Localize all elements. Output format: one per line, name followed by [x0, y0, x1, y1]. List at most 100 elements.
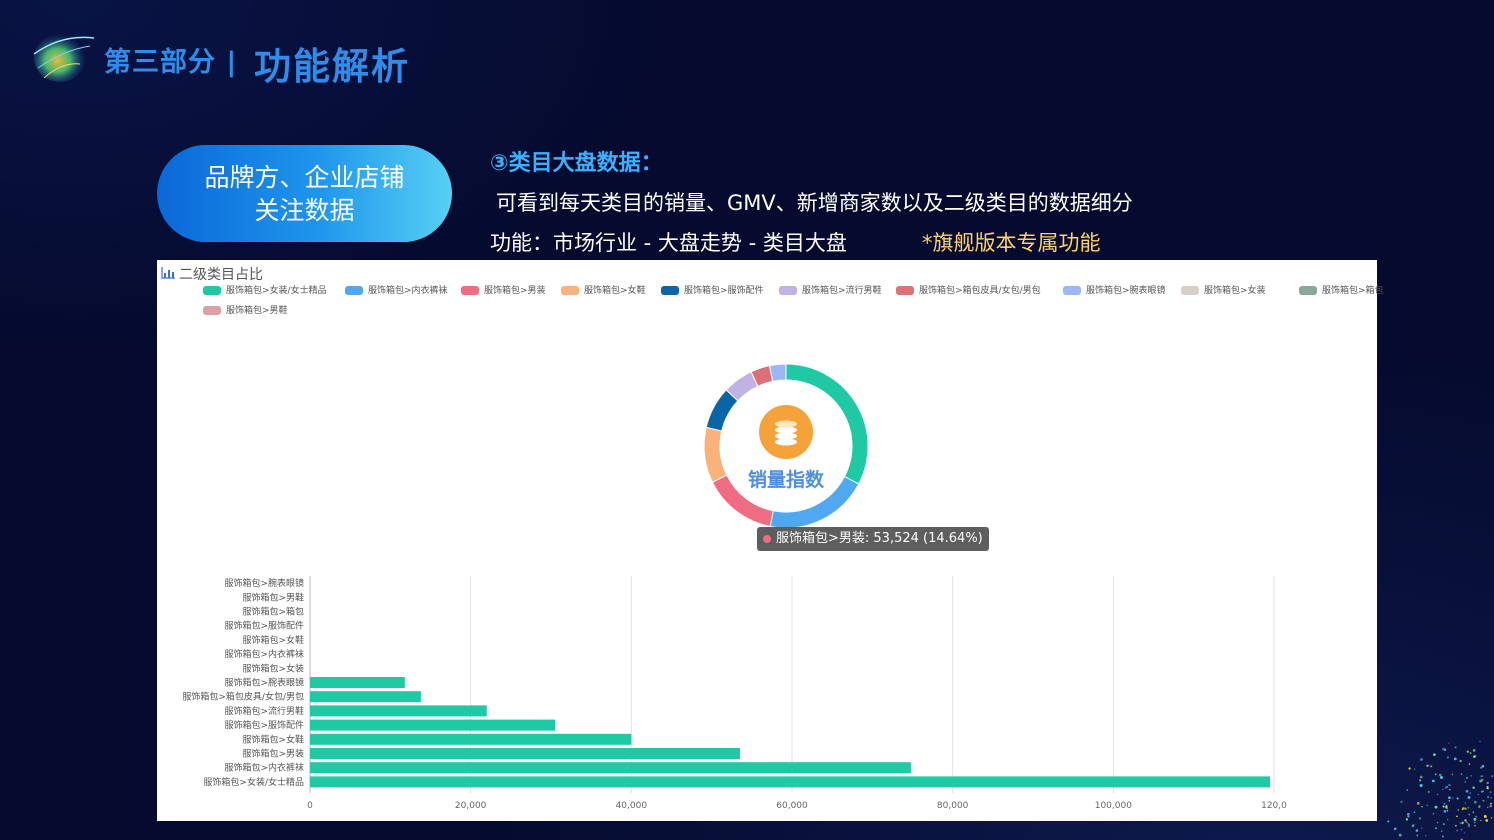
bar[interactable]	[310, 705, 487, 717]
sparkle-dot	[1434, 805, 1438, 809]
legend-label: 服饰箱包>女装/女士精品	[226, 286, 327, 296]
sparkle-dot	[1436, 821, 1439, 824]
legend-item[interactable]: 服饰箱包>箱包皮具/女包/男包	[896, 285, 1041, 298]
sparkle-dot	[1398, 833, 1402, 837]
sparkle-dot	[1446, 756, 1449, 759]
sparkle-dot	[1448, 742, 1450, 744]
bar[interactable]	[310, 733, 632, 745]
audience-pill: 品牌方、企业店铺 关注数据	[157, 145, 452, 242]
legend-item[interactable]: 服饰箱包>女鞋	[561, 285, 646, 298]
sparkle-dot	[1485, 819, 1489, 822]
sparkle-dot	[1419, 775, 1423, 779]
sparkle-dot	[1419, 784, 1423, 787]
sparkle-dot	[1490, 775, 1493, 778]
y-tick-label: 服饰箱包>内衣裤袜	[224, 648, 304, 660]
sparkle-dot	[1456, 815, 1458, 818]
sparkle-dot	[1421, 805, 1423, 808]
sparkle-dot	[1486, 787, 1489, 790]
sparkle-dot	[1433, 753, 1436, 756]
sparkle-dot	[1482, 775, 1484, 777]
legend-label: 服饰箱包>腕表眼镜	[1086, 286, 1166, 296]
sparkle-dot	[1464, 781, 1467, 783]
x-tick-label: 0	[307, 801, 313, 811]
sparkle-dot	[1461, 821, 1465, 824]
sparkle-dot	[1434, 773, 1437, 776]
x-tick-label: 40,000	[616, 801, 648, 811]
legend-label: 服饰箱包>内衣裤袜	[368, 286, 448, 296]
bar[interactable]	[310, 776, 1270, 788]
legend-item[interactable]: 服饰箱包>流行男鞋	[779, 285, 882, 298]
sparkle-dot	[1464, 807, 1467, 810]
sparkle-dot	[1442, 788, 1444, 791]
feature-description: 可看到每天类目的销量、GMV、新增商家数以及二级类目的数据细分	[496, 191, 1133, 215]
sparkle-dot	[1481, 764, 1485, 768]
legend-item[interactable]: 服饰箱包>腕表眼镜	[1063, 285, 1166, 298]
bar[interactable]	[310, 748, 740, 759]
sparkle-dot	[1469, 792, 1472, 794]
sparkle-dot	[1468, 763, 1471, 765]
sparkle-dot	[1408, 767, 1411, 770]
y-tick-label: 服饰箱包>服饰配件	[224, 719, 304, 731]
sparkle-dot	[1467, 796, 1471, 799]
sparkle-dot	[1446, 807, 1449, 810]
sparkle-dot	[1463, 832, 1466, 834]
sparkle-dot	[1448, 800, 1450, 802]
tooltip-text: 服饰箱包>男装: 53,524 (14.64%)	[776, 531, 983, 546]
legend-label: 服饰箱包>男鞋	[226, 306, 288, 316]
sparkle-dot	[1419, 779, 1422, 782]
sparkle-dot	[1442, 805, 1445, 808]
sparkle-dot	[1474, 824, 1476, 827]
sparkle-dot	[1438, 773, 1442, 777]
legend-item[interactable]: 服饰箱包>女装/女士精品	[203, 285, 327, 298]
legend-item[interactable]: 服饰箱包>女装	[1181, 285, 1266, 298]
sparkle-dot	[1464, 802, 1466, 804]
y-tick-label: 服饰箱包>箱包皮具/女包/男包	[182, 691, 304, 703]
sparkle-dot	[1482, 799, 1485, 802]
sparkle-dot	[1449, 789, 1451, 791]
sparkle-dot	[1441, 835, 1444, 838]
legend-item[interactable]: 服饰箱包>内衣裤袜	[345, 285, 448, 298]
bar[interactable]	[310, 762, 911, 774]
sparkle-dot	[1435, 827, 1437, 830]
sparkle-dot	[1480, 775, 1483, 778]
sparkle-dot	[1425, 835, 1427, 837]
legend-item[interactable]: 服饰箱包>男鞋	[203, 305, 288, 318]
pill-line2: 关注数据	[254, 195, 355, 225]
y-tick-label: 服饰箱包>女装/女士精品	[203, 776, 304, 788]
x-tick-label: 120,0	[1261, 801, 1287, 811]
bar[interactable]	[310, 691, 421, 703]
legend-item[interactable]: 服饰箱包>箱包	[1299, 285, 1384, 298]
sparkle-dot	[1443, 803, 1446, 805]
legend-swatch	[203, 286, 221, 295]
legend-label: 服饰箱包>箱包皮具/女包/男包	[919, 286, 1041, 296]
y-tick-label: 服饰箱包>女鞋	[242, 634, 304, 646]
sparkle-dot	[1412, 824, 1415, 827]
sparkle-dot	[1416, 801, 1420, 805]
bar[interactable]	[310, 719, 556, 731]
sparkle-dot	[1468, 813, 1471, 816]
y-tick-label: 服饰箱包>箱包	[242, 606, 304, 618]
x-tick-label: 80,000	[937, 801, 969, 811]
sparkle-dot	[1420, 758, 1423, 761]
legend-item[interactable]: 服饰箱包>服饰配件	[661, 285, 764, 298]
sparkle-decoration	[1387, 740, 1493, 840]
sparkle-dot	[1452, 797, 1454, 799]
sparkle-dot	[1475, 815, 1478, 818]
y-tick-label: 服饰箱包>内衣裤袜	[224, 762, 304, 774]
legend-item[interactable]: 服饰箱包>男装	[461, 285, 546, 298]
sparkle-dot	[1479, 740, 1481, 743]
bar-chart-icon	[161, 267, 175, 279]
sparkle-dot	[1432, 812, 1435, 815]
sparkle-dot	[1407, 812, 1410, 816]
donut-slice[interactable]	[703, 426, 728, 483]
chart-tooltip: 服饰箱包>男装: 53,524 (14.64%)	[757, 527, 989, 551]
bar[interactable]	[310, 677, 405, 688]
sparkle-dot	[1406, 789, 1409, 791]
sparkle-dot	[1456, 797, 1459, 800]
sparkle-dot	[1453, 757, 1457, 761]
donut-slice[interactable]	[768, 363, 787, 382]
section-title: 功能解析	[254, 45, 410, 88]
sparkle-dot	[1474, 800, 1477, 804]
sparkle-dot	[1442, 823, 1445, 826]
sparkle-dot	[1473, 817, 1477, 821]
